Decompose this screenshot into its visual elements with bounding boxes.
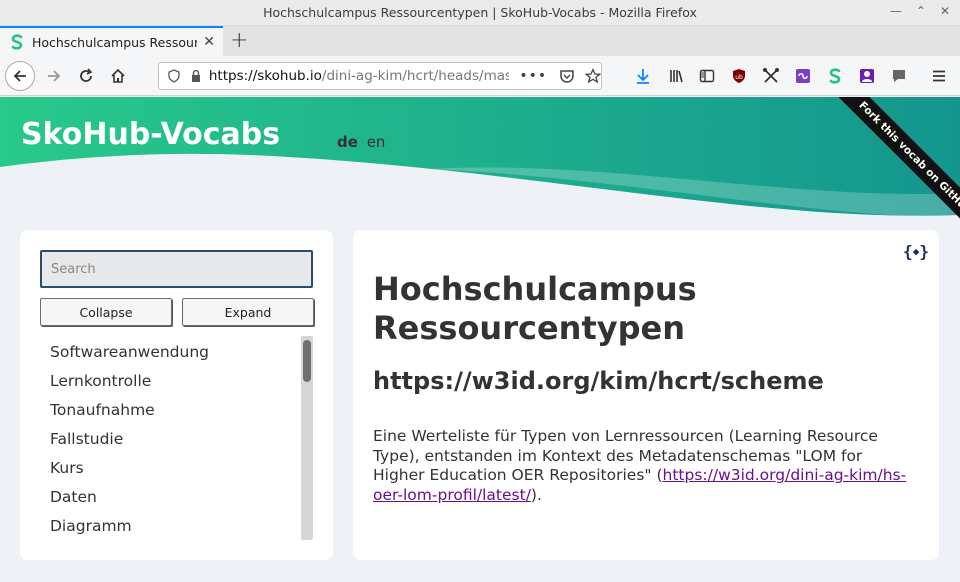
scheme-title: Hochschulcampus Ressourcentypen bbox=[373, 270, 697, 347]
collapse-button[interactable]: Collapse bbox=[40, 298, 172, 326]
home-button[interactable] bbox=[104, 62, 132, 90]
web-page: SkoHub-Vocabs de en Fork this vocab on G… bbox=[0, 97, 960, 582]
svg-text:ub: ub bbox=[735, 74, 743, 81]
chat-icon[interactable] bbox=[889, 66, 909, 86]
github-ribbon-container: Fork this vocab on GitHub bbox=[810, 97, 960, 247]
tree-scrollbar[interactable] bbox=[301, 336, 313, 540]
url-host: https://skohub.io bbox=[208, 68, 322, 84]
concept-item[interactable]: Softwareanwendung bbox=[50, 338, 300, 367]
page-actions-icon[interactable]: ••• bbox=[519, 68, 547, 84]
json-ld-icon[interactable]: {◆} bbox=[903, 240, 929, 262]
close-window-icon[interactable]: ✕ bbox=[940, 4, 950, 18]
concept-scheme-panel: {◆} Hochschulcampus Ressourcentypen http… bbox=[353, 230, 939, 560]
url-path: /dini-ag-kim/hcrt/heads/master/ bbox=[321, 68, 510, 84]
concept-item[interactable]: Lernkontrolle bbox=[50, 367, 300, 396]
github-ribbon[interactable]: Fork this vocab on GitHub bbox=[825, 97, 960, 247]
language-switcher: de en bbox=[337, 133, 385, 151]
concept-tree: Softwareanwendung Lernkontrolle Tonaufna… bbox=[50, 338, 300, 541]
back-arrow-icon bbox=[13, 70, 26, 82]
scheme-uri: https://w3id.org/kim/hcrt/scheme bbox=[373, 367, 824, 395]
reload-button[interactable] bbox=[72, 62, 100, 90]
bookmark-star-icon[interactable] bbox=[585, 68, 602, 84]
forward-button[interactable] bbox=[40, 62, 68, 90]
concept-item[interactable]: Kurs bbox=[50, 454, 300, 483]
extension-icon[interactable] bbox=[793, 66, 813, 86]
expand-button[interactable]: Expand bbox=[182, 298, 314, 326]
ublock-icon[interactable]: ub bbox=[729, 66, 749, 86]
pocket-icon[interactable] bbox=[559, 68, 575, 84]
library-icon[interactable] bbox=[667, 66, 687, 86]
forward-arrow-icon bbox=[48, 70, 61, 82]
concept-sidebar: Collapse Expand Softwareanwendung Lernko… bbox=[20, 230, 333, 560]
concept-item[interactable]: Daten bbox=[50, 483, 300, 512]
download-icon[interactable] bbox=[633, 66, 653, 86]
skohub-extension-icon[interactable] bbox=[825, 66, 845, 86]
skohub-icon bbox=[11, 34, 23, 50]
concept-item[interactable]: Fallstudie bbox=[50, 425, 300, 454]
scrollbar-thumb[interactable] bbox=[303, 340, 311, 382]
search-input[interactable] bbox=[40, 250, 313, 288]
window-title: Hochschulcampus Ressourcentypen | SkoHub… bbox=[263, 5, 697, 20]
new-tab-icon[interactable]: + bbox=[230, 28, 248, 53]
scheme-description: Eine Werteliste für Typen von Lernressou… bbox=[373, 427, 918, 505]
site-brand[interactable]: SkoHub-Vocabs bbox=[21, 117, 280, 152]
active-tab[interactable]: Hochschulcampus Ressourcentypen | SkoHub… bbox=[0, 26, 223, 56]
lang-de[interactable]: de bbox=[337, 133, 358, 151]
lock-icon[interactable] bbox=[189, 69, 203, 83]
profile-extension-icon[interactable] bbox=[857, 66, 877, 86]
hamburger-menu-icon[interactable] bbox=[929, 66, 949, 86]
window-controls: — ⌃ ✕ bbox=[890, 4, 950, 18]
home-icon bbox=[111, 68, 125, 83]
concept-item[interactable]: Tonaufnahme bbox=[50, 396, 300, 425]
shield-icon[interactable] bbox=[167, 69, 181, 83]
maximize-icon[interactable]: ⌃ bbox=[916, 4, 926, 18]
close-tab-icon[interactable]: ✕ bbox=[203, 34, 215, 50]
tab-label: Hochschulcampus Ressourcentypen | SkoHub… bbox=[31, 34, 198, 50]
concept-item[interactable]: Diagramm bbox=[50, 512, 300, 541]
url-bar[interactable]: https://skohub.io/dini-ag-kim/hcrt/heads… bbox=[158, 62, 602, 90]
tools-icon[interactable] bbox=[761, 66, 781, 86]
url-text[interactable]: https://skohub.io/dini-ag-kim/hcrt/heads… bbox=[209, 68, 510, 84]
minimize-icon[interactable]: — bbox=[890, 4, 902, 18]
sidebar-toggle-icon[interactable] bbox=[697, 66, 717, 86]
lang-en[interactable]: en bbox=[367, 133, 386, 151]
description-end: ). bbox=[530, 485, 542, 504]
tab-strip: Hochschulcampus Ressourcentypen | SkoHub… bbox=[0, 26, 960, 56]
window-titlebar: Hochschulcampus Ressourcentypen | SkoHub… bbox=[0, 0, 960, 26]
reload-icon bbox=[80, 68, 93, 82]
nav-toolbar: https://skohub.io/dini-ag-kim/hcrt/heads… bbox=[0, 56, 960, 96]
back-button[interactable] bbox=[5, 61, 35, 91]
